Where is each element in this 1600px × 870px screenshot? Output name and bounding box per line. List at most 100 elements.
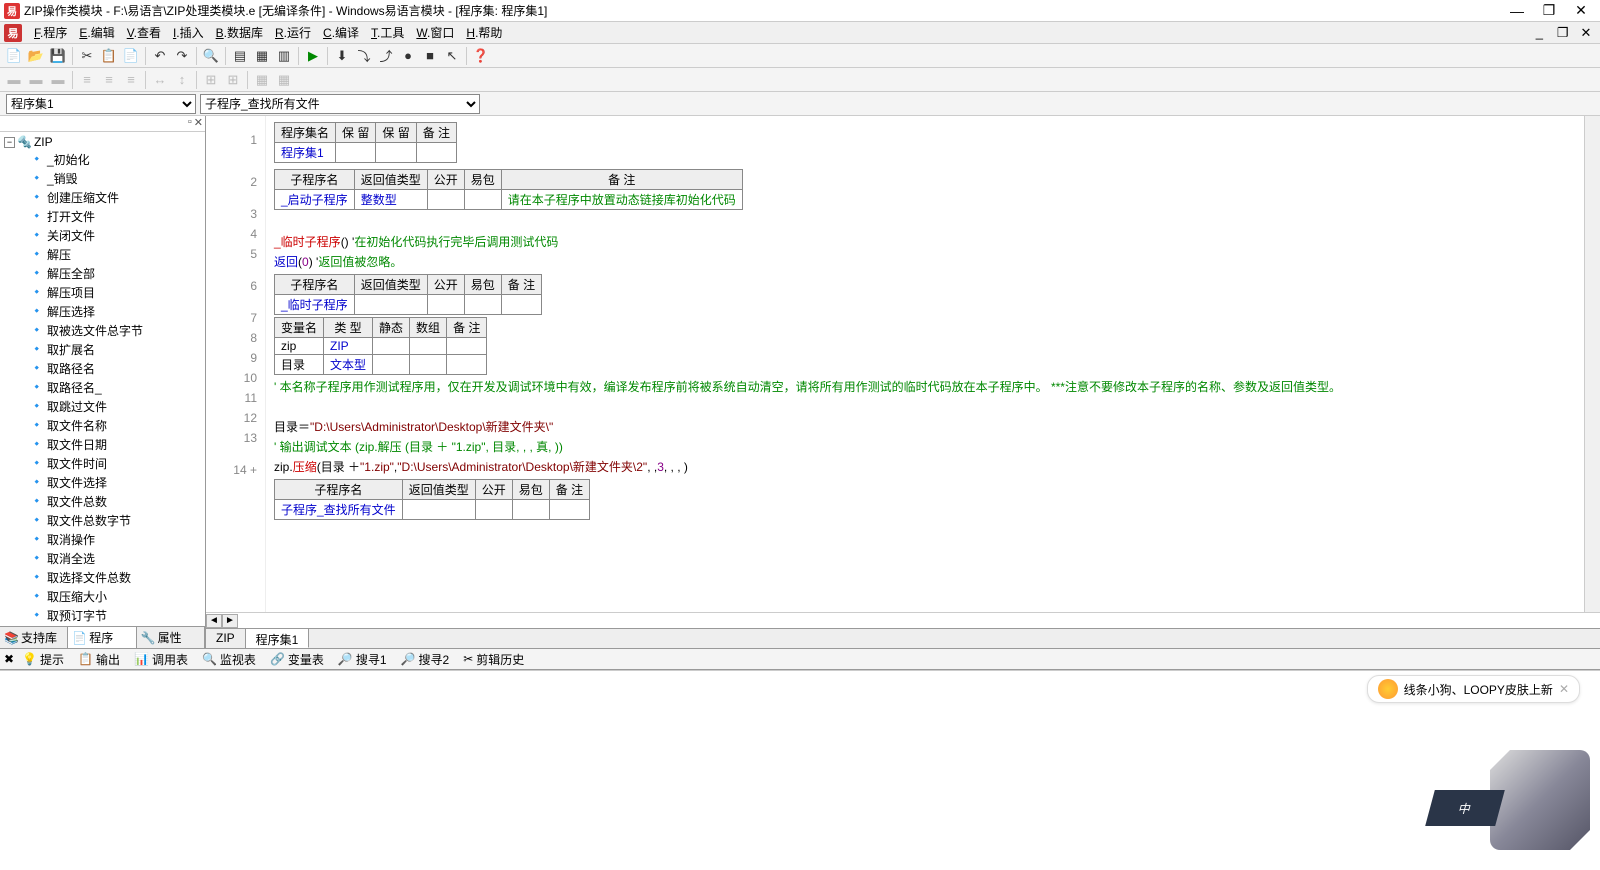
editor-tab[interactable]: ZIP: [206, 629, 246, 648]
help-button[interactable]: ❓: [471, 46, 491, 66]
breakpoint-button[interactable]: ●: [398, 46, 418, 66]
mdi-minimize-button[interactable]: _: [1529, 25, 1549, 40]
menu-item[interactable]: F.程序: [28, 24, 73, 42]
expand-icon[interactable]: −: [4, 137, 15, 148]
tree-item[interactable]: 🔹取选择文件总数: [2, 568, 203, 587]
editor-hscroll[interactable]: ◄ ►: [206, 612, 1600, 628]
tree-item[interactable]: 🔹解压全部: [2, 264, 203, 283]
stop-button[interactable]: ■: [420, 46, 440, 66]
save-button[interactable]: 💾: [48, 46, 68, 66]
align1-button[interactable]: ▬: [4, 70, 24, 90]
bottom-tab[interactable]: ✂剪辑历史: [457, 649, 530, 670]
ime-indicator[interactable]: 中: [1425, 790, 1505, 826]
marker-icon[interactable]: ✖: [4, 652, 14, 666]
paste-button[interactable]: 📄: [121, 46, 141, 66]
tree-item[interactable]: 🔹取消全选: [2, 549, 203, 568]
cursor-button[interactable]: ↖: [442, 46, 462, 66]
tree-item[interactable]: 🔹_初始化: [2, 150, 203, 169]
align9-button[interactable]: ⊞: [201, 70, 221, 90]
layout3-button[interactable]: ▥: [274, 46, 294, 66]
menu-item[interactable]: W.窗口: [410, 24, 460, 42]
menu-item[interactable]: H.帮助: [460, 24, 508, 42]
menu-item[interactable]: R.运行: [269, 24, 317, 42]
menu-item[interactable]: I.插入: [167, 24, 210, 42]
bottom-tab[interactable]: 📊调用表: [128, 649, 194, 670]
tree-item[interactable]: 🔹取路径名_: [2, 378, 203, 397]
layout1-button[interactable]: ▤: [230, 46, 250, 66]
mdi-close-button[interactable]: ✕: [1576, 25, 1596, 41]
tree-item[interactable]: 🔹取扩展名: [2, 340, 203, 359]
find-button[interactable]: 🔍: [201, 46, 221, 66]
undo-button[interactable]: ↶: [150, 46, 170, 66]
tree-item[interactable]: 🔹取文件日期: [2, 435, 203, 454]
tree-item[interactable]: 🔹解压选择: [2, 302, 203, 321]
layout2-button[interactable]: ▦: [252, 46, 272, 66]
tree-item[interactable]: 🔹创建压缩文件: [2, 188, 203, 207]
ime-widget[interactable]: 中: [1430, 750, 1590, 860]
mdi-restore-button[interactable]: ❐: [1553, 25, 1573, 41]
new-button[interactable]: 📄: [4, 46, 24, 66]
align2-button[interactable]: ▬: [26, 70, 46, 90]
open-button[interactable]: 📂: [26, 46, 46, 66]
align6-button[interactable]: ≡: [121, 70, 141, 90]
notification-close-icon[interactable]: ✕: [1559, 682, 1569, 696]
menu-item[interactable]: V.查看: [121, 24, 167, 42]
align4-button[interactable]: ≡: [77, 70, 97, 90]
align7-button[interactable]: ↔: [150, 70, 170, 90]
grid1-button[interactable]: ▦: [252, 70, 272, 90]
output-panel[interactable]: 线条小狗、LOOPY皮肤上新 ✕ 中: [0, 670, 1600, 870]
bottom-tab[interactable]: 🔎搜寻2: [395, 649, 456, 670]
hscroll-left-icon[interactable]: ◄: [206, 614, 222, 628]
cut-button[interactable]: ✂: [77, 46, 97, 66]
sidebar-tab[interactable]: 📄程序: [68, 627, 136, 648]
tree-item[interactable]: 🔹解压项目: [2, 283, 203, 302]
class-tree[interactable]: − 🔩 ZIP 🔹_初始化🔹_销毁🔹创建压缩文件🔹打开文件🔹关闭文件🔹解压🔹解压…: [0, 132, 205, 626]
align5-button[interactable]: ≡: [99, 70, 119, 90]
tree-item[interactable]: 🔹取跳过文件: [2, 397, 203, 416]
tree-item[interactable]: 🔹取压缩大小: [2, 587, 203, 606]
tree-item[interactable]: 🔹取文件总数字节: [2, 511, 203, 530]
close-button[interactable]: ✕: [1566, 2, 1596, 20]
tree-item[interactable]: 🔹取被选文件总字节: [2, 321, 203, 340]
menu-item[interactable]: T.工具: [365, 24, 410, 42]
sidebar-tab[interactable]: 🔧属性: [137, 627, 205, 648]
programset-select[interactable]: 程序集1: [6, 94, 196, 114]
redo-button[interactable]: ↷: [172, 46, 192, 66]
bottom-tab[interactable]: 📋输出: [72, 649, 126, 670]
tree-item[interactable]: 🔹取文件时间: [2, 454, 203, 473]
copy-button[interactable]: 📋: [99, 46, 119, 66]
editor-tab[interactable]: 程序集1: [246, 629, 310, 648]
tree-item[interactable]: 🔹解压: [2, 245, 203, 264]
align8-button[interactable]: ↕: [172, 70, 192, 90]
maximize-button[interactable]: ❐: [1534, 2, 1564, 20]
stepover-button[interactable]: ⤵: [354, 46, 374, 66]
run-button[interactable]: ▶: [303, 46, 323, 66]
tree-item[interactable]: 🔹取消操作: [2, 530, 203, 549]
sidebar-close-icon[interactable]: ✕: [194, 116, 203, 131]
tree-item[interactable]: 🔹取文件总数: [2, 492, 203, 511]
tree-item[interactable]: 🔹取文件选择: [2, 473, 203, 492]
minimize-button[interactable]: —: [1502, 2, 1532, 20]
align10-button[interactable]: ⊞: [223, 70, 243, 90]
tree-item[interactable]: 🔹取路径名: [2, 359, 203, 378]
menu-item[interactable]: B.数据库: [210, 24, 269, 42]
bottom-tab[interactable]: 🔎搜寻1: [332, 649, 393, 670]
tree-item[interactable]: 🔹打开文件: [2, 207, 203, 226]
grid2-button[interactable]: ▦: [274, 70, 294, 90]
tree-item[interactable]: 🔹关闭文件: [2, 226, 203, 245]
sidebar-pin-icon[interactable]: ▫: [188, 116, 192, 131]
tree-root-item[interactable]: − 🔩 ZIP: [2, 134, 203, 150]
tree-item[interactable]: 🔹取文件名称: [2, 416, 203, 435]
hscroll-right-icon[interactable]: ►: [222, 614, 238, 628]
subroutine-select[interactable]: 子程序_查找所有文件: [200, 94, 480, 114]
menu-item[interactable]: E.编辑: [73, 24, 120, 42]
editor-vscroll[interactable]: [1584, 116, 1600, 612]
bottom-tab[interactable]: 🔗变量表: [264, 649, 330, 670]
bottom-tab[interactable]: 💡提示: [16, 649, 70, 670]
align3-button[interactable]: ▬: [48, 70, 68, 90]
stepout-button[interactable]: ⤴: [376, 46, 396, 66]
tree-item[interactable]: 🔹取预订字节: [2, 606, 203, 625]
code-content[interactable]: 程序集名保 留保 留备 注 程序集1 子程序名返回值类型公开易包备 注 _启动子…: [266, 116, 1584, 612]
tree-item[interactable]: 🔹_销毁: [2, 169, 203, 188]
skin-notification[interactable]: 线条小狗、LOOPY皮肤上新 ✕: [1367, 675, 1580, 703]
